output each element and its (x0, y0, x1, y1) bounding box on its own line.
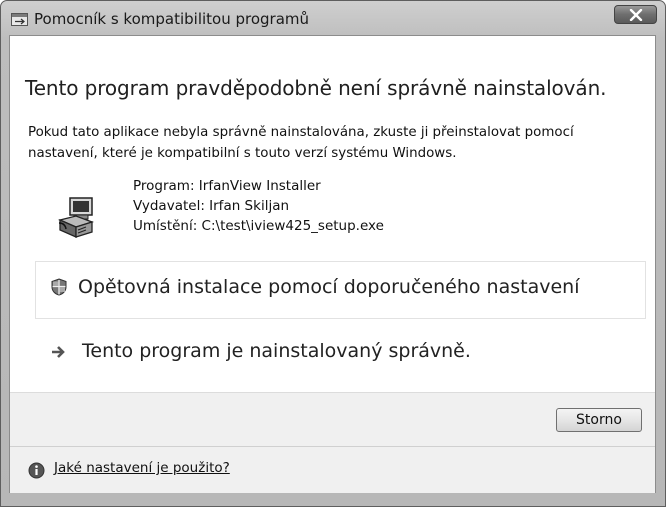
compatibility-dialog: Pomocník s kompatibilitou programů Tento… (0, 0, 666, 507)
footer-bar: Jaké nastavení je použito? (10, 446, 655, 493)
reinstall-recommended-option[interactable]: Opětovná instalace pomocí doporučeného n… (35, 261, 646, 319)
close-x-icon (629, 9, 643, 21)
program-info: Program: IrfanView Installer Vydavatel: … (133, 176, 384, 236)
main-heading: Tento program pravděpodobně není správně… (25, 76, 607, 100)
shield-icon (51, 278, 67, 296)
program-installed-correctly-option[interactable]: Tento program je nainstalovaný správně. (35, 332, 646, 376)
window-title: Pomocník s kompatibilitou programů (34, 10, 310, 28)
settings-used-link[interactable]: Jaké nastavení je použito? (54, 460, 230, 476)
dialog-content: Tento program pravděpodobně není správně… (9, 35, 656, 493)
publisher-name: Vydavatel: Irfan Skiljan (133, 198, 290, 214)
title-bar[interactable]: Pomocník s kompatibilitou programů (1, 1, 665, 35)
cancel-button[interactable]: Storno (556, 408, 642, 432)
program-installed-correctly-label: Tento program je nainstalovaný správně. (82, 340, 471, 362)
button-bar: Storno (10, 392, 655, 447)
arrow-right-icon (52, 346, 65, 358)
installer-icon (57, 197, 95, 238)
info-icon (28, 462, 45, 479)
program-name: Program: IrfanView Installer (133, 178, 321, 194)
close-button[interactable] (614, 5, 657, 24)
reinstall-recommended-label: Opětovná instalace pomocí doporučeného n… (78, 276, 580, 298)
program-location: Umístění: C:\test\iview425_setup.exe (133, 218, 384, 234)
description-text: Pokud tato aplikace nebyla správně nains… (28, 125, 574, 161)
compatibility-wizard-icon (11, 13, 28, 26)
